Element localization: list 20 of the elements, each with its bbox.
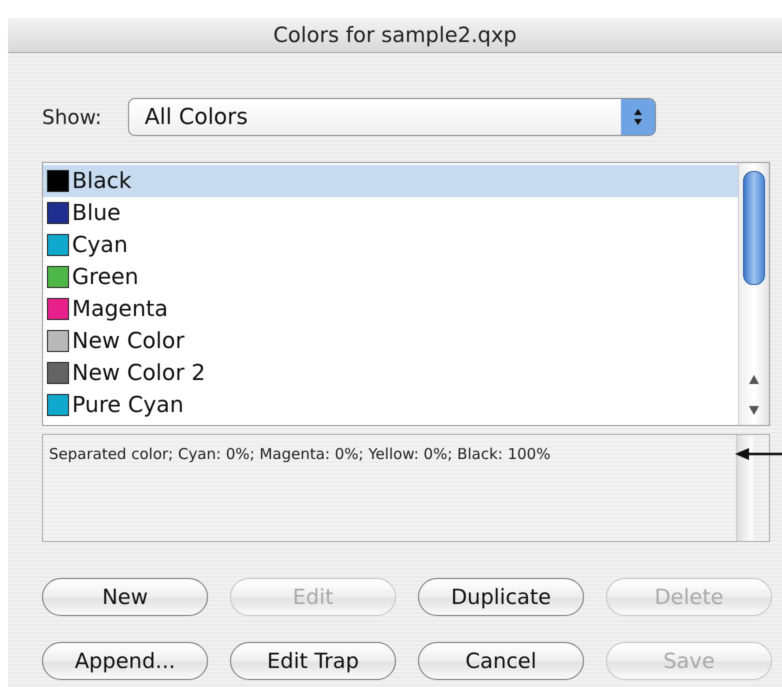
dialog-button[interactable]: Edit Trap <box>230 642 396 680</box>
dialog-button[interactable]: Cancel <box>418 642 584 680</box>
scroll-bar[interactable] <box>738 163 769 425</box>
color-list-item[interactable]: New Color 2 <box>43 357 738 389</box>
color-list-item[interactable]: New Color <box>43 325 738 357</box>
color-list-item[interactable]: Green <box>43 261 738 293</box>
color-list-item[interactable]: Blue <box>43 197 738 229</box>
dialog-button[interactable]: Append... <box>42 642 208 680</box>
show-dropdown[interactable]: All Colors <box>128 98 656 136</box>
stepper-icon <box>620 99 655 135</box>
color-list-item[interactable]: Cyan <box>43 229 738 261</box>
color-list-item[interactable]: Pure Cyan <box>43 389 738 421</box>
window-title: Colors for sample2.qxp <box>273 23 517 47</box>
color-list-item[interactable]: Magenta <box>43 293 738 325</box>
dialog-button[interactable]: Duplicate <box>418 578 584 616</box>
scroll-thumb[interactable] <box>743 171 765 285</box>
dialog-button[interactable]: New <box>42 578 208 616</box>
color-list-item[interactable]: Black <box>43 165 738 197</box>
show-label: Show: <box>42 105 102 129</box>
color-description: Separated color; Cyan: 0%; Magenta: 0%; Yellow: 0%; Black: 100% <box>48 444 552 465</box>
